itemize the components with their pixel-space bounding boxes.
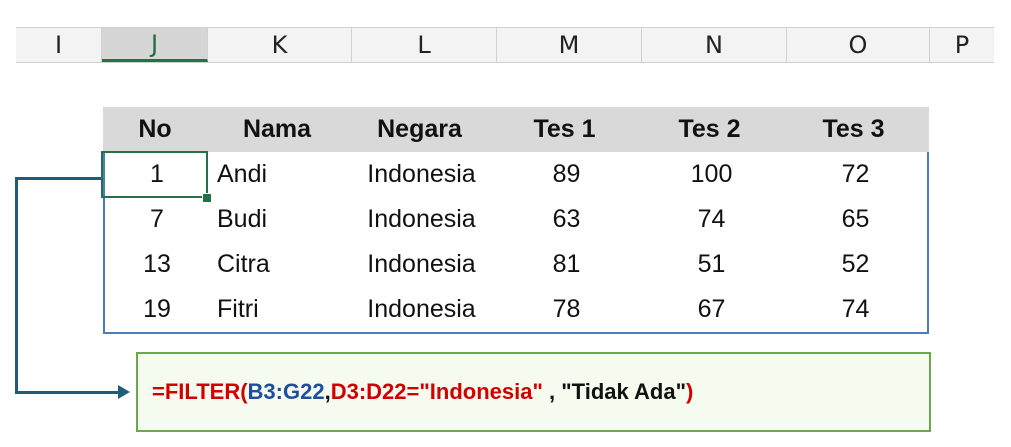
cell-tes-1[interactable]: 81 (494, 242, 639, 287)
formula-separator: , (542, 379, 562, 404)
column-header-k[interactable]: K (208, 28, 352, 62)
formula-condition-arg: D3:D22="Indonesia" (330, 379, 543, 404)
table-row: 19 Fitri Indonesia 78 67 74 (105, 287, 927, 332)
formula-if-empty-arg: "Tidak Ada" (561, 379, 687, 404)
table-row: 13 Citra Indonesia 81 51 52 (105, 242, 927, 287)
column-header-m[interactable]: M (497, 28, 642, 62)
header-negara[interactable]: Negara (347, 107, 492, 152)
table-row: 1 Andi Indonesia 89 100 72 (105, 152, 927, 197)
cell-tes-2[interactable]: 51 (639, 242, 784, 287)
cell-no[interactable]: 7 (105, 197, 209, 242)
cell-negara[interactable]: Indonesia (349, 242, 494, 287)
column-header-i[interactable]: I (16, 28, 102, 62)
formula-range-arg: B3:G22 (247, 379, 325, 404)
cell-tes-1[interactable]: 89 (494, 152, 639, 197)
cell-tes-2[interactable]: 67 (639, 287, 784, 332)
cell-negara[interactable]: Indonesia (349, 287, 494, 332)
cell-nama[interactable]: Citra (209, 242, 349, 287)
result-table: No Nama Negara Tes 1 Tes 2 Tes 3 1 Andi … (103, 107, 929, 334)
formula-func: =FILTER( (152, 379, 248, 404)
cell-negara[interactable]: Indonesia (349, 197, 494, 242)
cell-nama[interactable]: Budi (209, 197, 349, 242)
cell-tes-3[interactable]: 52 (784, 242, 927, 287)
arrow-head-icon (118, 385, 130, 399)
arrow-segment-bottom (15, 391, 119, 394)
arrow-segment-top (15, 177, 101, 180)
cell-tes-3[interactable]: 72 (784, 152, 927, 197)
header-tes-1[interactable]: Tes 1 (492, 107, 637, 152)
cell-tes-3[interactable]: 65 (784, 197, 927, 242)
cell-nama[interactable]: Fitri (209, 287, 349, 332)
cell-tes-1[interactable]: 63 (494, 197, 639, 242)
cell-tes-2[interactable]: 74 (639, 197, 784, 242)
header-tes-3[interactable]: Tes 3 (782, 107, 925, 152)
cell-tes-3[interactable]: 74 (784, 287, 927, 332)
column-header-j[interactable]: J (102, 28, 208, 62)
table-row: 7 Budi Indonesia 63 74 65 (105, 197, 927, 242)
cell-nama[interactable]: Andi (209, 152, 349, 197)
column-header-bar: I J K L M N O P (16, 27, 994, 63)
formula-callout: =FILTER(B3:G22, D3:D22="Indonesia" , "Tid… (136, 352, 931, 432)
cell-tes-2[interactable]: 100 (639, 152, 784, 197)
arrow-segment-vertical (15, 177, 18, 393)
formula-close-paren: ) (686, 379, 694, 404)
fill-handle[interactable] (202, 193, 212, 203)
header-no[interactable]: No (103, 107, 207, 152)
cell-no[interactable]: 13 (105, 242, 209, 287)
cell-no[interactable]: 1 (105, 152, 209, 197)
cell-no[interactable]: 19 (105, 287, 209, 332)
table-body: 1 Andi Indonesia 89 100 72 7 Budi Indone… (103, 152, 929, 334)
header-tes-2[interactable]: Tes 2 (637, 107, 782, 152)
column-header-l[interactable]: L (352, 28, 497, 62)
header-nama[interactable]: Nama (207, 107, 347, 152)
column-header-n[interactable]: N (642, 28, 787, 62)
column-header-p[interactable]: P (930, 28, 994, 62)
cell-tes-1[interactable]: 78 (494, 287, 639, 332)
column-header-o[interactable]: O (787, 28, 930, 62)
table-header-row: No Nama Negara Tes 1 Tes 2 Tes 3 (103, 107, 929, 152)
cell-negara[interactable]: Indonesia (349, 152, 494, 197)
